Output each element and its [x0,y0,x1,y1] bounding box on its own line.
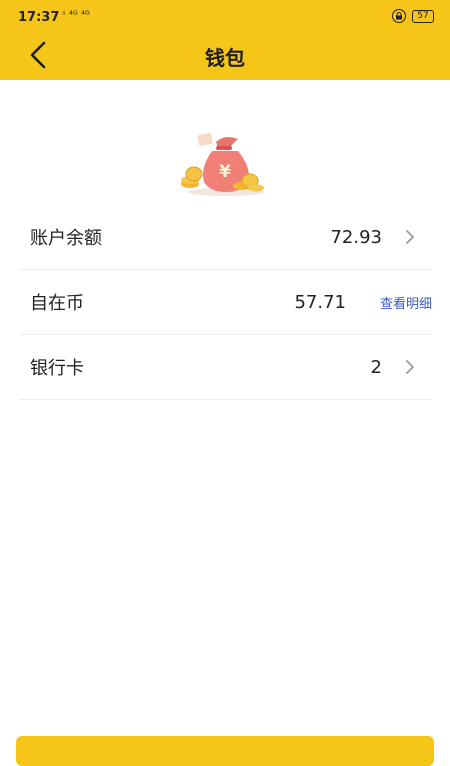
battery-icon: 57 [412,9,434,23]
page-title: 钱包 [205,46,245,70]
bank-card-count: 2 [370,356,382,378]
account-balance-value: 72.93 [330,226,382,248]
lock-icon [392,9,406,23]
account-balance-row[interactable]: 账户余额 72.93 [20,205,432,270]
chevron-right-icon [406,360,414,374]
account-balance-label: 账户余额 [30,228,102,249]
zizai-coin-row: 自在币 57.71 查看明细 [20,270,432,335]
zizai-coin-value: 57.71 [294,291,346,313]
view-details-link[interactable]: 查看明细 [380,293,432,312]
svg-text:¥: ¥ [219,162,231,182]
zizai-coin-label: 自在币 [30,293,84,314]
money-bag-illustration: ¥ [178,128,272,198]
bottom-action-button[interactable] [16,736,434,766]
chevron-right-icon [406,230,414,244]
bank-card-row[interactable]: 银行卡 2 [20,335,432,400]
nav-bar: 钱包 [0,34,450,80]
signal-icon: ˢ ⁴ᴳ ⁴ᴳ [62,10,90,21]
bank-card-label: 银行卡 [30,358,84,379]
status-time: 17:37 [18,10,60,25]
top-bar: 17:37 ˢ ⁴ᴳ ⁴ᴳ 57 钱包 [0,0,450,80]
status-bar: 17:37 ˢ ⁴ᴳ ⁴ᴳ 57 [0,0,450,34]
status-right: 57 [392,9,434,23]
